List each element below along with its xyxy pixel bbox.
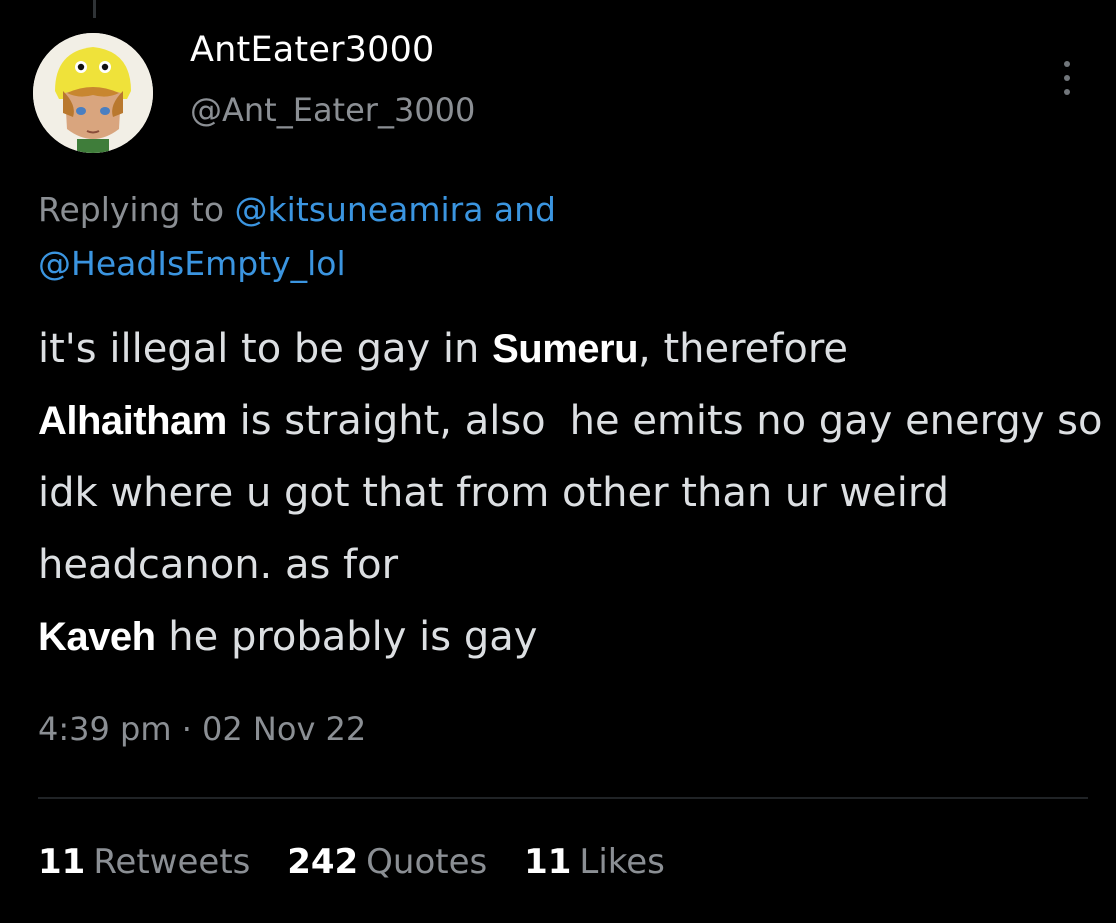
mention-link-headisempty[interactable]: @HeadIsEmpty_lol	[38, 244, 346, 283]
quotes-stat[interactable]: 242 Quotes	[287, 842, 487, 882]
tweet-timestamp[interactable]: 4:39 pm · 02 Nov 22	[38, 710, 366, 748]
vertical-ellipsis-icon	[1064, 61, 1070, 95]
tweet-text: it's illegal to be gay in Sumeru, theref…	[38, 313, 1106, 673]
tweet-text-segment: is straight, also	[226, 398, 546, 444]
reply-conjunction: and	[483, 190, 556, 229]
likes-label: Likes	[579, 842, 665, 882]
overlaid-name-sumeru: Sumeru	[492, 327, 639, 371]
tweet-text-segment: it's illegal to be gay in	[38, 326, 493, 372]
tweet-text-segment: he probably is gay	[155, 614, 538, 660]
mention-link-kitsuneamira[interactable]: @kitsuneamira	[235, 190, 484, 229]
divider	[38, 797, 1088, 799]
retweets-label: Retweets	[93, 842, 251, 882]
retweets-stat[interactable]: 11 Retweets	[38, 842, 250, 882]
quotes-count: 242	[287, 842, 359, 882]
quotes-label: Quotes	[366, 842, 488, 882]
overlaid-name-alhaitham: Alhaitham	[38, 399, 227, 443]
more-options-button[interactable]	[1052, 56, 1082, 100]
reply-context: Replying to @kitsuneamira and @HeadIsEmp…	[38, 183, 1068, 291]
avatar-image	[33, 33, 153, 153]
author-display-name[interactable]: AntEater3000	[190, 30, 435, 70]
engagement-stats: 11 Retweets 242 Quotes 11 Likes	[38, 842, 691, 882]
retweets-count: 11	[38, 842, 86, 882]
tweet-text-segment: , therefore	[638, 326, 849, 372]
author-handle[interactable]: @Ant_Eater_3000	[190, 91, 475, 129]
reply-prefix: Replying to	[38, 190, 235, 229]
avatar[interactable]	[33, 33, 153, 153]
likes-stat[interactable]: 11 Likes	[524, 842, 665, 882]
overlaid-name-kaveh: Kaveh	[38, 615, 156, 659]
likes-count: 11	[524, 842, 572, 882]
thread-connector-line	[93, 0, 96, 18]
